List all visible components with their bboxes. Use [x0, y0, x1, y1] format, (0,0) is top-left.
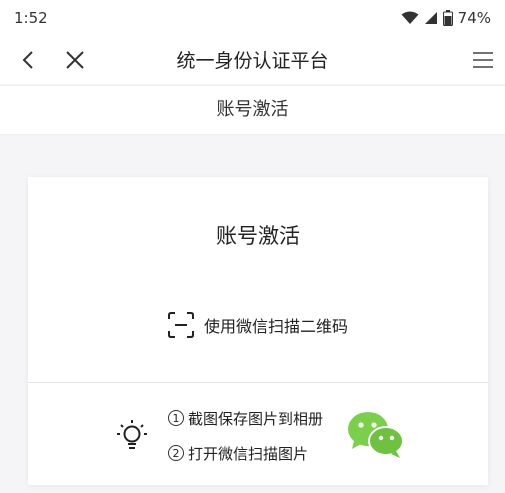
- instruction-list: 1 截图保存图片到相册 2 打开微信扫描图片: [168, 407, 323, 477]
- close-icon[interactable]: [63, 48, 87, 72]
- scan-icon: [167, 312, 194, 338]
- wifi-icon: [401, 11, 419, 24]
- step-text: 打开微信扫描图片: [188, 444, 309, 463]
- wechat-icon: [348, 412, 404, 458]
- status-time: 1:52: [14, 9, 48, 27]
- battery-icon: [442, 10, 453, 26]
- menu-icon[interactable]: [471, 48, 495, 72]
- step-number: 2: [168, 445, 184, 461]
- card-title: 账号激活: [216, 224, 300, 248]
- scan-label: 使用微信扫描二维码: [203, 317, 348, 336]
- activation-card: 账号激活 使用微信扫描二维码 1 截图保存图片到相册 2 打开微信扫描图片: [28, 177, 488, 485]
- status-icons: 74%: [401, 9, 491, 27]
- divider: [28, 382, 488, 383]
- step-text: 截图保存图片到相册: [188, 409, 324, 428]
- section-header: 账号激活: [0, 85, 505, 135]
- step-number: 1: [168, 410, 184, 426]
- signal-icon: [424, 12, 437, 24]
- scan-qr-option[interactable]: 使用微信扫描二维码: [28, 312, 488, 338]
- back-icon[interactable]: [17, 48, 41, 72]
- lightbulb-icon: [117, 420, 147, 449]
- instruction-step: 1 截图保存图片到相册: [168, 407, 323, 429]
- battery-level: 74%: [457, 9, 491, 27]
- nav-bar: 统一身份认证平台: [0, 36, 505, 84]
- status-bar: 1:52 74%: [0, 0, 505, 36]
- instruction-step: 2 打开微信扫描图片: [168, 442, 323, 464]
